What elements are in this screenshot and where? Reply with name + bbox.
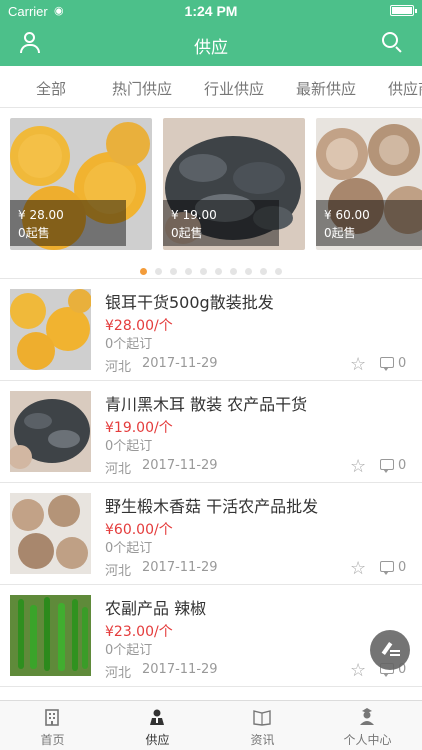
slide-moq: 0起售: [18, 226, 50, 240]
slide-caption: ¥ 19.00 0起售: [163, 200, 279, 246]
tab-hot-supply[interactable]: 热门供应: [112, 78, 172, 99]
page-dot[interactable]: [185, 268, 192, 275]
slide-moq: 0起售: [171, 226, 203, 240]
tabbar-item-news[interactable]: 资讯: [210, 701, 315, 750]
battery-icon: [390, 5, 417, 16]
page-dot[interactable]: [170, 268, 177, 275]
navigation-bar: Carrier ◉ 1:24 PM 供应: [0, 0, 422, 66]
page-title: 供应: [194, 38, 228, 58]
category-tabs: 全部 热门供应 行业供应 最新供应 供应商: [0, 66, 422, 108]
page-dot[interactable]: [245, 268, 252, 275]
page-dot[interactable]: [230, 268, 237, 275]
item-region: 河北: [105, 462, 132, 477]
item-region: 河北: [105, 360, 132, 375]
tab-suppliers[interactable]: 供应商: [388, 78, 422, 99]
slide-caption: ¥ 60.00 0起售: [316, 200, 422, 246]
yellow-fungus-thumbnail: [10, 289, 91, 370]
item-price: ¥60.00/个: [105, 522, 173, 538]
green-peppers-thumbnail: [10, 595, 91, 676]
slide-price: ¥ 19.00: [171, 208, 217, 222]
star-icon[interactable]: ☆: [350, 354, 366, 375]
tabbar-label: 个人中心: [343, 733, 392, 747]
item-date: 2017-11-29: [142, 458, 218, 473]
compose-button[interactable]: [370, 630, 410, 670]
tabbar-item-supply[interactable]: 供应: [105, 701, 210, 750]
page-dot[interactable]: [155, 268, 162, 275]
item-region: 河北: [105, 564, 132, 579]
comment-count: 0: [398, 356, 407, 371]
star-icon[interactable]: ☆: [350, 660, 366, 681]
page-dot[interactable]: [260, 268, 267, 275]
slide-price: ¥ 28.00: [18, 208, 64, 222]
tab-bar: 首页 供应 资讯 个人中心: [0, 700, 422, 750]
black-fungus-thumbnail: [10, 391, 91, 472]
item-title: 农副产品 辣椒: [105, 599, 207, 618]
tabbar-label: 供应: [145, 733, 170, 747]
tabbar-item-home[interactable]: 首页: [0, 701, 105, 750]
item-date: 2017-11-29: [142, 662, 218, 677]
star-icon[interactable]: ☆: [350, 456, 366, 477]
product-carousel[interactable]: ¥ 28.00 0起售 ¥ 19.00 0起售 ¥ 60.00 0起售: [0, 108, 422, 278]
item-moq: 0个起订: [105, 643, 153, 658]
tabbar-label: 首页: [40, 733, 65, 747]
item-title: 银耳干货500g散装批发: [105, 293, 274, 312]
item-date: 2017-11-29: [142, 560, 218, 575]
item-moq: 0个起订: [105, 541, 153, 556]
person-icon: [150, 709, 164, 725]
slide-moq: 0起售: [324, 226, 356, 240]
list-item[interactable]: 青川黑木耳 散装 农产品干货 ¥19.00/个 0个起订 河北 2017-11-…: [0, 381, 422, 483]
item-price: ¥19.00/个: [105, 420, 173, 436]
page-dot[interactable]: [215, 268, 222, 275]
item-title: 青川黑木耳 散装 农产品干货: [105, 395, 308, 414]
list-item[interactable]: 银耳干货500g散装批发 ¥28.00/个 0个起订 河北 2017-11-29…: [0, 279, 422, 381]
building-icon: [45, 709, 59, 726]
list-item[interactable]: 野生椴木香菇 干活农产品批发 ¥60.00/个 0个起订 河北 2017-11-…: [0, 483, 422, 585]
item-title: 野生椴木香菇 干活农产品批发: [105, 497, 319, 516]
page-dot[interactable]: [140, 268, 147, 275]
comment-count: 0: [398, 458, 407, 473]
item-moq: 0个起订: [105, 337, 153, 352]
comment-count: 0: [398, 560, 407, 575]
carousel-page-indicator[interactable]: [0, 260, 422, 275]
book-icon: [253, 710, 271, 726]
item-region: 河北: [105, 666, 132, 681]
item-price: ¥23.00/个: [105, 624, 173, 640]
clock-label: 1:24 PM: [184, 3, 238, 19]
tabbar-label: 资讯: [250, 733, 275, 747]
item-date: 2017-11-29: [142, 356, 218, 371]
search-icon[interactable]: [382, 32, 402, 53]
comment-icon[interactable]: [380, 561, 394, 575]
shiitake-thumbnail: [10, 493, 91, 574]
tab-latest-supply[interactable]: 最新供应: [296, 78, 356, 99]
slide-caption: ¥ 28.00 0起售: [10, 200, 126, 246]
user-hat-icon: [360, 708, 374, 725]
comment-icon[interactable]: [380, 357, 394, 371]
carousel-slide[interactable]: ¥ 60.00 0起售: [316, 118, 422, 250]
carousel-slide[interactable]: ¥ 28.00 0起售: [10, 118, 152, 250]
slide-price: ¥ 60.00: [324, 208, 370, 222]
status-bar: Carrier ◉ 1:24 PM: [0, 0, 422, 22]
tab-all[interactable]: 全部: [36, 78, 66, 99]
star-icon[interactable]: ☆: [350, 558, 366, 579]
page-dot[interactable]: [200, 268, 207, 275]
item-price: ¥28.00/个: [105, 318, 173, 334]
comment-icon[interactable]: [380, 459, 394, 473]
carousel-slide[interactable]: ¥ 19.00 0起售: [163, 118, 305, 250]
tab-industry-supply[interactable]: 行业供应: [204, 78, 264, 99]
pen-icon: [381, 642, 400, 658]
item-moq: 0个起订: [105, 439, 153, 454]
tabbar-item-profile[interactable]: 个人中心: [315, 701, 420, 750]
list-item[interactable]: 农副产品 辣椒 ¥23.00/个 0个起订 河北 2017-11-29 ☆ 0: [0, 585, 422, 687]
page-dot[interactable]: [275, 268, 282, 275]
